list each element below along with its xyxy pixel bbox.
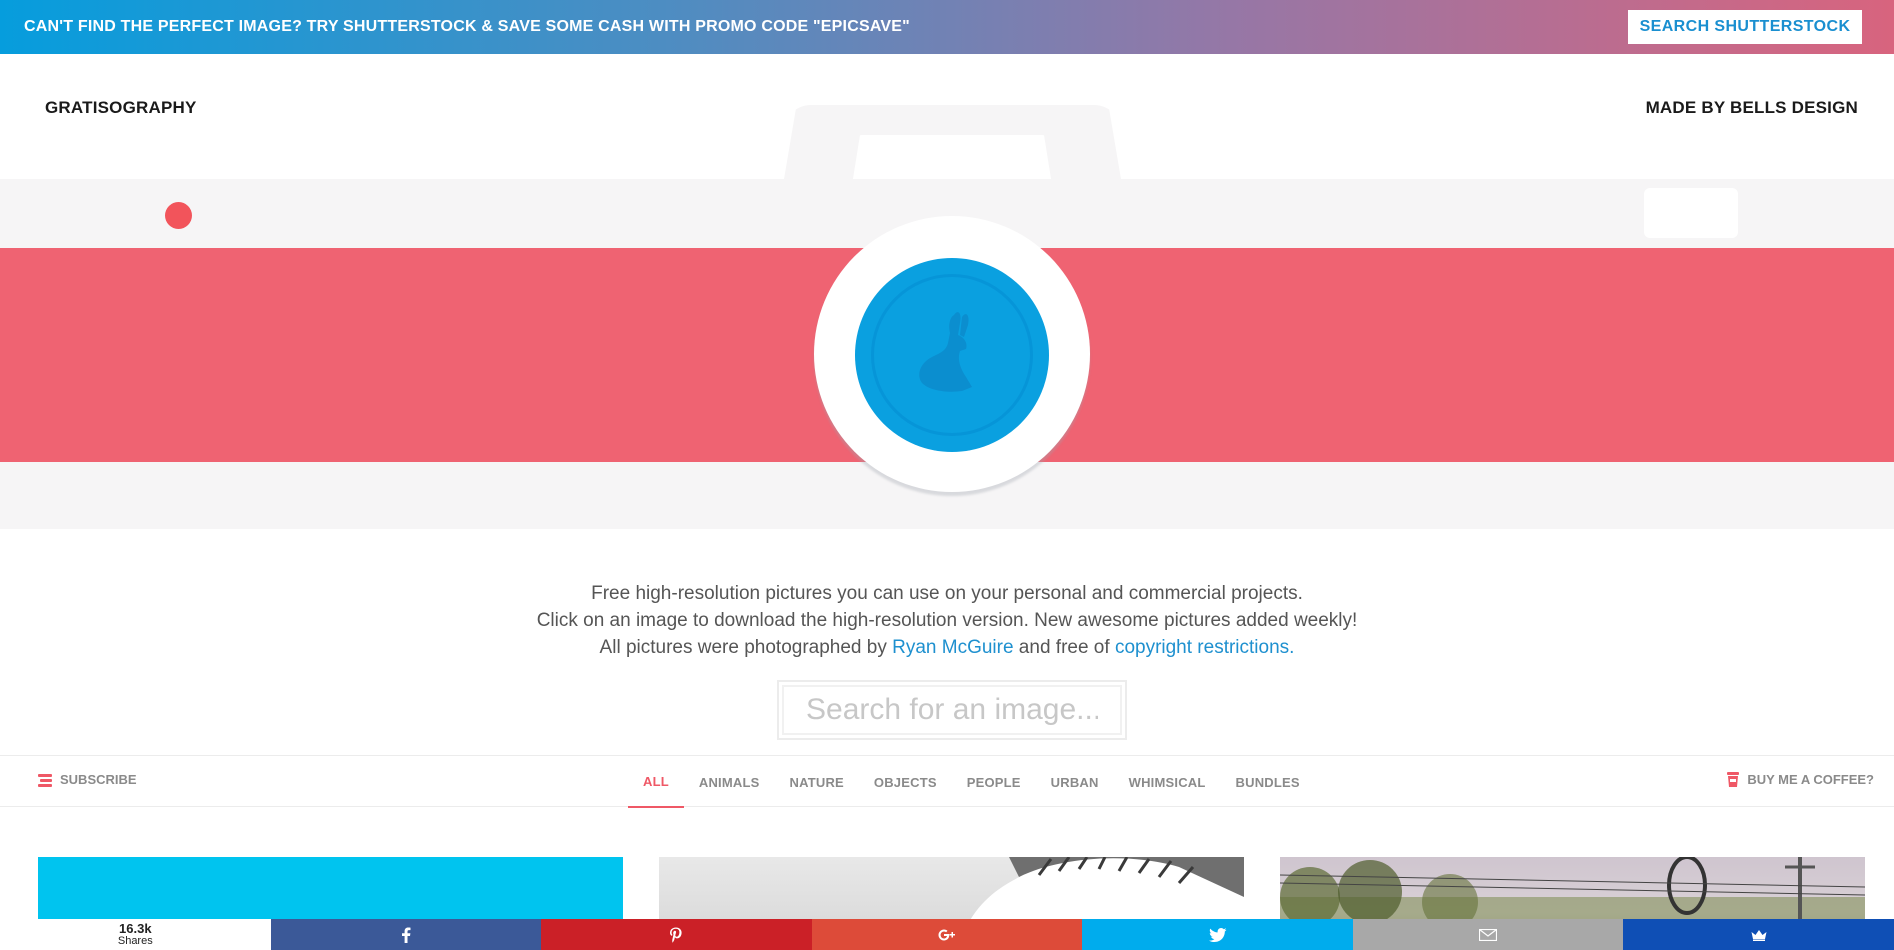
tab-objects[interactable]: OBJECTS: [859, 756, 952, 808]
share-count: 16.3k Shares: [0, 919, 271, 950]
tab-nature[interactable]: NATURE: [775, 756, 859, 808]
facebook-icon: [401, 927, 411, 943]
intro-line-3: All pictures were photographed by Ryan M…: [0, 634, 1894, 661]
google-plus-share-button[interactable]: [811, 919, 1083, 950]
camera-viewfinder: [852, 135, 1052, 185]
search-input[interactable]: [782, 685, 1122, 735]
intro-line-3-middle: and free of: [1013, 637, 1115, 658]
tab-people[interactable]: PEOPLE: [952, 756, 1036, 808]
camera-flash: [1644, 188, 1738, 238]
tab-animals[interactable]: ANIMALS: [684, 756, 775, 808]
twitter-share-button[interactable]: [1082, 919, 1353, 950]
coffee-cup-icon: [1727, 772, 1740, 787]
tab-whimsical[interactable]: WHIMSICAL: [1114, 756, 1221, 808]
facebook-share-button[interactable]: [270, 919, 542, 950]
share-count-label: Shares: [117, 934, 153, 947]
coffee-label: BUY ME A COFFEE?: [1747, 772, 1874, 787]
search-box: [777, 680, 1127, 740]
rabbit-icon: [919, 312, 972, 392]
category-nav: SUBSCRIBE ALL ANIMALS NATURE OBJECTS PEO…: [0, 755, 1894, 808]
tab-urban[interactable]: URBAN: [1036, 756, 1114, 808]
intro-line-3-prefix: All pictures were photographed by: [599, 637, 893, 658]
camera-shutter-dot: [165, 202, 192, 229]
copyright-link[interactable]: copyright restrictions.: [1115, 637, 1295, 658]
tab-all[interactable]: ALL: [628, 756, 684, 808]
buy-coffee-link[interactable]: BUY ME A COFFEE?: [1727, 772, 1874, 787]
crown-icon: [1751, 929, 1767, 941]
sumome-share-button[interactable]: [1623, 919, 1894, 950]
site-logo[interactable]: GRATISOGRAPHY: [45, 98, 197, 118]
tab-bundles[interactable]: BUNDLES: [1221, 756, 1315, 808]
google-plus-icon: [938, 929, 956, 940]
twitter-icon: [1208, 927, 1227, 942]
subscribe-link[interactable]: SUBSCRIBE: [38, 772, 137, 787]
email-share-button[interactable]: [1352, 919, 1624, 950]
intro-line-2: Click on an image to download the high-r…: [536, 610, 1358, 631]
subscribe-label: SUBSCRIBE: [60, 772, 137, 787]
lens-ring: [871, 274, 1033, 436]
share-count-number: 16.3k: [119, 920, 152, 936]
intro-line-1: Free high-resolution pictures you can us…: [591, 583, 1303, 604]
search-shutterstock-button[interactable]: SEARCH SHUTTERSTOCK: [1628, 10, 1862, 44]
share-bar: 16.3k Shares: [0, 919, 1894, 950]
pinterest-icon: [670, 927, 683, 943]
camera-lens: [855, 258, 1049, 452]
pinterest-share-button[interactable]: [541, 919, 812, 950]
promo-bar: CAN'T FIND THE PERFECT IMAGE? TRY SHUTTE…: [0, 0, 1894, 54]
subscribe-icon: [38, 773, 52, 787]
email-icon: [1479, 928, 1498, 941]
promo-text: CAN'T FIND THE PERFECT IMAGE? TRY SHUTTE…: [24, 18, 910, 35]
intro-text: Free high-resolution pictures you can us…: [0, 580, 1894, 661]
category-tabs: ALL ANIMALS NATURE OBJECTS PEOPLE URBAN …: [628, 756, 1315, 808]
author-link[interactable]: Ryan McGuire: [892, 637, 1013, 658]
made-by-link[interactable]: MADE BY BELLS DESIGN: [1646, 98, 1858, 118]
